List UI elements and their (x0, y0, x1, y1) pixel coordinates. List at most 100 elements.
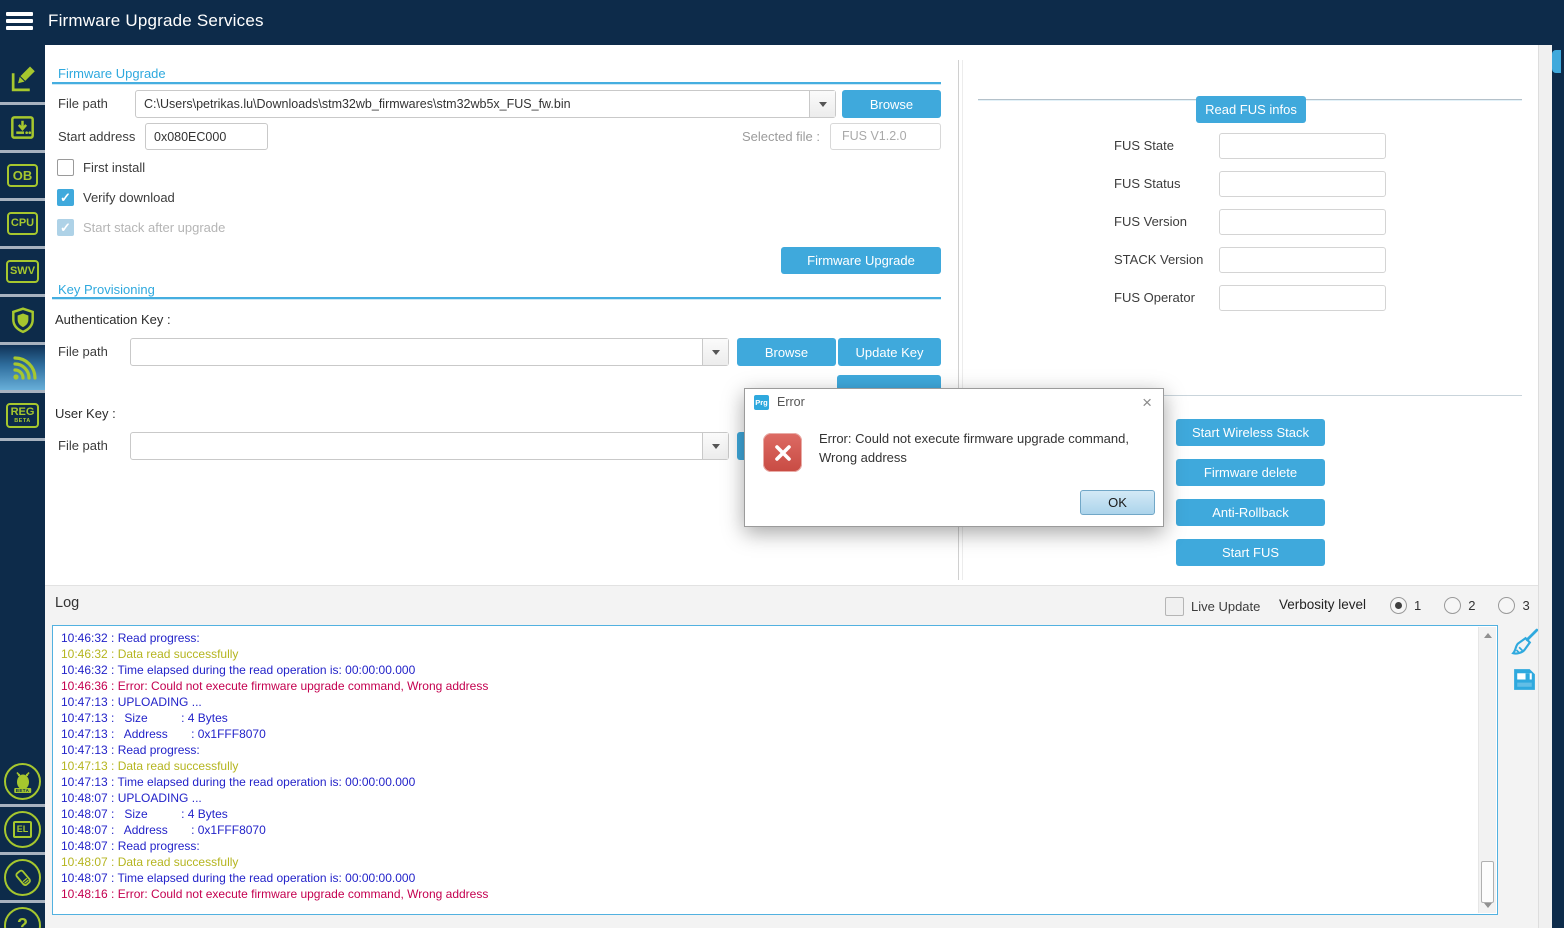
bug-icon: BETA (4, 763, 41, 800)
sidebar-item-swv[interactable]: SWV (0, 249, 45, 297)
sidebar: OB CPU SWV REG BETA BETA EL? (0, 45, 45, 928)
firmware-delete-button[interactable]: Firmware delete (1176, 459, 1325, 486)
right-gutter (1538, 45, 1553, 928)
collapsed-panel-button[interactable] (1552, 50, 1561, 73)
checkbox-label: First install (83, 160, 146, 175)
firmware-upgrade-button[interactable]: Firmware Upgrade (781, 247, 941, 274)
log-entry: 10:47:13 : Size : 4 Bytes (61, 711, 228, 725)
page-title: Firmware Upgrade Services (48, 11, 264, 30)
fus-status-field (1219, 171, 1386, 197)
sidebar-item-firmware-upgrade-services[interactable] (0, 345, 45, 393)
firmware-file-path-value: C:\Users\petrikas.lu\Downloads\stm32wb_f… (144, 97, 571, 111)
app-header: Firmware Upgrade Services (0, 0, 1564, 45)
ok-button[interactable]: OK (1080, 490, 1155, 515)
fus-info-fields: FUS State FUS Status FUS Version STACK Vers… (1114, 133, 1389, 323)
pencil-icon (9, 66, 36, 93)
sidebar-item-option-bytes[interactable]: OB (0, 153, 45, 201)
reg-icon: REG BETA (5, 402, 40, 429)
fus-status-label: FUS Status (1114, 176, 1181, 191)
file-path-label: File path (58, 344, 108, 359)
authentication-key-label: Authentication Key : (55, 312, 171, 327)
verify-download-checkbox[interactable]: ✓ (57, 189, 74, 206)
combo-dropdown-arrow-icon[interactable] (702, 339, 728, 365)
log-entry: 10:48:07 : Time elapsed during the read … (61, 871, 416, 885)
sidebar-item-debug-beta[interactable]: BETA (0, 759, 45, 807)
start-fus-button[interactable]: Start FUS (1176, 539, 1325, 566)
fus-operator-field (1219, 285, 1386, 311)
log-output[interactable]: 10:46:32 : Read progress: 10:46:32 : Data… (52, 625, 1498, 915)
menu-icon[interactable] (6, 9, 36, 35)
key-provisioning-section-title: Key Provisioning (58, 282, 155, 297)
app-window: Firmware Upgrade Services OB CPU SWV REG BET… (0, 0, 1564, 928)
stack-version-field (1219, 247, 1386, 273)
fus-operator-label: FUS Operator (1114, 290, 1195, 305)
start-stack-after-upgrade-checkbox: ✓ (57, 219, 74, 236)
fus-field-row: FUS Operator (1114, 285, 1389, 311)
clear-log-icon[interactable] (1510, 628, 1540, 663)
log-entry: 10:46:32 : Read progress: (61, 631, 200, 645)
live-update-label: Live Update (1191, 599, 1261, 614)
sidebar-item-help[interactable]: ? (0, 903, 45, 928)
auth-key-file-path-combobox[interactable] (130, 338, 729, 366)
user-key-file-path-combobox[interactable] (130, 432, 729, 460)
dialog-titlebar[interactable]: Prg Error × (745, 389, 1163, 415)
log-scrollbar[interactable] (1478, 627, 1496, 913)
fus-action-buttons: Start Wireless Stack Firmware delete Anti-… (1176, 419, 1325, 579)
app-badge-icon: Prg (754, 394, 769, 410)
selected-file-label: Selected file : (741, 129, 820, 144)
log-entry: 10:48:07 : Data read successfully (61, 855, 239, 869)
log-entry: 10:48:07 : Address : 0x1FFF8070 (61, 823, 266, 837)
log-entry: 10:48:07 : Read progress: (61, 839, 200, 853)
scroll-up-arrow-icon[interactable] (1479, 627, 1496, 643)
fus-field-row: FUS State (1114, 133, 1389, 159)
close-icon[interactable]: × (1140, 394, 1154, 411)
checkbox-label: Verify download (83, 190, 175, 205)
live-update-checkbox[interactable] (1165, 597, 1184, 616)
fus-state-field (1219, 133, 1386, 159)
start-wireless-stack-button[interactable]: Start Wireless Stack (1176, 419, 1325, 446)
download-icon (9, 114, 36, 141)
sidebar-item-security[interactable] (0, 297, 45, 345)
checkbox-row: First install (57, 159, 225, 176)
checkbox-row: ✓ Start stack after upgrade (57, 219, 225, 236)
log-title: Log (55, 595, 80, 611)
auth-key-browse-button[interactable]: Browse (737, 338, 836, 366)
error-icon (763, 433, 802, 472)
swv-icon: SWV (5, 260, 40, 283)
dialog-body: Error: Could not execute firmware upgrad… (745, 415, 1163, 528)
sidebar-item-erasing-programming[interactable] (0, 105, 45, 153)
verbosity-1-radio[interactable] (1390, 597, 1407, 614)
verbosity-3-radio[interactable] (1498, 597, 1516, 614)
sidebar-item-cpu[interactable]: CPU (0, 201, 45, 249)
checkbox-row: ✓ Verify download (57, 189, 225, 206)
start-address-input[interactable] (145, 123, 268, 150)
verbosity-option-label: 3 (1522, 598, 1530, 613)
sidebar-item-stm32-device[interactable] (0, 855, 45, 903)
verbosity-option: 2 (1444, 597, 1475, 614)
sidebar-item-register-viewer[interactable]: REG BETA (0, 393, 45, 441)
verbosity-option-label: 1 (1414, 598, 1422, 613)
verbosity-2-radio[interactable] (1444, 597, 1462, 614)
checkbox-label: Start stack after upgrade (83, 220, 226, 235)
combo-dropdown-arrow-icon[interactable] (809, 91, 835, 117)
log-entry: 10:48:07 : UPLOADING ... (61, 791, 202, 805)
log-entry: 10:46:32 : Time elapsed during the read … (61, 663, 416, 677)
scroll-down-arrow-icon[interactable] (1479, 897, 1496, 913)
read-fus-infos-button[interactable]: Read FUS infos (1196, 96, 1306, 123)
verbosity-radio-group: 1 2 3 (1390, 597, 1553, 614)
log-entry: 10:47:13 : Data read successfully (61, 759, 239, 773)
sidebar-main-items: OB CPU SWV REG BETA (0, 57, 45, 441)
sidebar-item-memory-file-edit[interactable] (0, 57, 45, 105)
anti-rollback-button[interactable]: Anti-Rollback (1176, 499, 1325, 526)
log-entry: 10:48:07 : Size : 4 Bytes (61, 807, 228, 821)
sidebar-item-external-loader[interactable]: EL (0, 807, 45, 855)
firmware-browse-button[interactable]: Browse (842, 90, 941, 118)
verbosity-option: 1 (1390, 597, 1421, 614)
fus-state-label: FUS State (1114, 138, 1174, 153)
firmware-file-path-combobox[interactable]: C:\Users\petrikas.lu\Downloads\stm32wb_f… (135, 90, 836, 118)
first-install-checkbox[interactable] (57, 159, 74, 176)
save-log-icon[interactable] (1511, 666, 1538, 698)
update-key-button[interactable]: Update Key (838, 338, 941, 366)
combo-dropdown-arrow-icon[interactable] (702, 433, 728, 459)
cpu-icon: CPU (6, 212, 39, 235)
